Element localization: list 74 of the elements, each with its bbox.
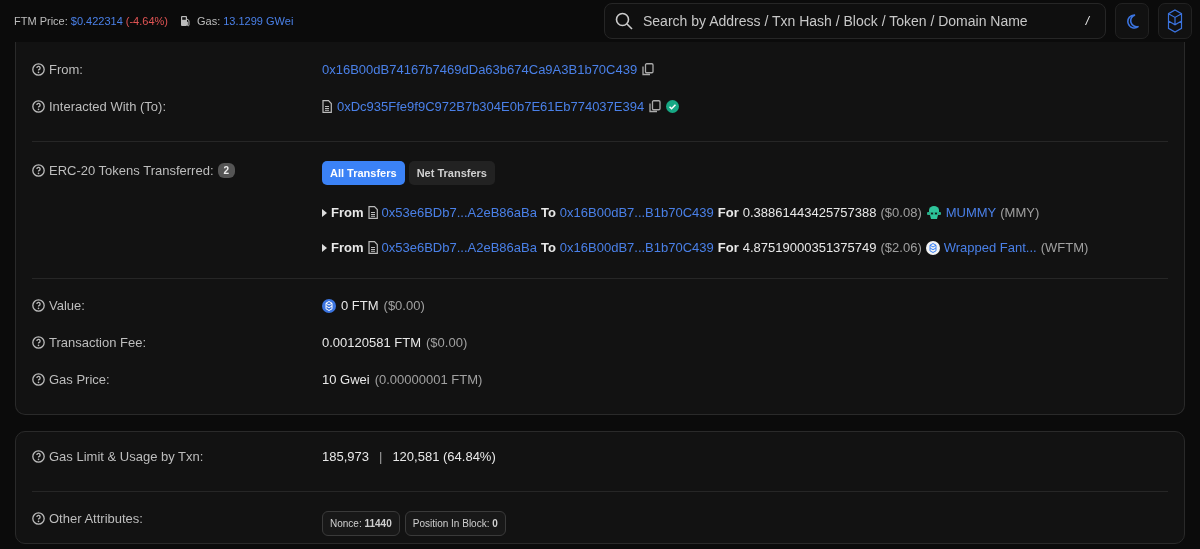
field-label: Value: [49, 298, 85, 313]
help-icon [32, 373, 45, 386]
copy-icon[interactable] [642, 63, 655, 76]
mascot-token-icon [925, 205, 942, 220]
attribute-badge: Nonce: 11440 [322, 511, 400, 536]
gas-used: 120,581 (64.84%) [392, 449, 496, 464]
help-icon [32, 450, 45, 463]
gas-price-amount: 10 Gwei [322, 372, 370, 387]
price-value: $0.422314 [70, 15, 123, 27]
moon-icon [1125, 13, 1139, 29]
token-amount: 4.87519000351375749 [742, 240, 877, 255]
field-label: Other Attributes: [49, 511, 143, 526]
gas-value: 13.1299 GWei [223, 15, 294, 27]
field-label: From: [49, 62, 83, 77]
address-link[interactable]: 0x16B00dB74167b7469dDa63b674Ca9A3B1b70C439 [322, 62, 638, 77]
price-change: (-4.64%) [125, 15, 168, 27]
help-icon [32, 336, 45, 349]
document-icon [322, 100, 332, 113]
field-label: Gas Limit & Usage by Txn: [49, 449, 204, 464]
token-link[interactable]: Wrapped Fant... [943, 240, 1037, 255]
to-text: To [540, 205, 556, 220]
network-button[interactable] [1158, 3, 1192, 39]
document-icon [367, 241, 378, 254]
gas-label: Gas: [196, 15, 221, 27]
fee-amount: 0.00120581 FTM [322, 335, 421, 350]
value-amount: 0 FTM [341, 298, 379, 313]
token-symbol: (MMY) [1000, 205, 1040, 220]
address-link[interactable]: 0x16B00dB7...B1b70C439 [559, 240, 714, 255]
usd-amount: ($0.00) [383, 298, 425, 313]
dark-mode-button[interactable] [1115, 3, 1149, 39]
for-text: For [717, 205, 739, 220]
search-input[interactable]: Search by Address / Txn Hash / Block / Token / Domain Name [641, 12, 1072, 30]
address-link[interactable]: 0x53e6BDb7...A2eB86aBa [381, 240, 537, 255]
count-badge: 2 [217, 163, 236, 178]
help-icon [32, 299, 45, 312]
transfers-tab[interactable]: Net Transfers [408, 161, 495, 185]
search-field[interactable]: Search by Address / Txn Hash / Block / Token / Domain Name / [604, 3, 1106, 39]
caret-icon[interactable] [322, 243, 327, 252]
token-symbol: (WFTM) [1040, 240, 1089, 255]
address-link[interactable]: 0xDc935Ffe9f9C972B7b304E0b7E61Eb774037E394 [337, 99, 645, 114]
for-text: For [717, 240, 739, 255]
help-icon [32, 100, 45, 113]
shortcut-key: / [1079, 12, 1095, 30]
usd-amount: ($2.06) [880, 240, 922, 255]
field-label: ERC-20 Tokens Transferred: [49, 163, 214, 178]
address-link[interactable]: 0x16B00dB7...B1b70C439 [559, 205, 714, 220]
usd-amount: ($0.00) [426, 335, 468, 350]
from-text: From [331, 240, 364, 255]
fantom-logo-icon [1167, 9, 1183, 33]
fantom-coin-icon [322, 298, 336, 313]
attribute-badge: Position In Block: 0 [404, 511, 506, 536]
from-text: From [331, 205, 364, 220]
field-label: Interacted With (To): [49, 99, 167, 114]
token-link[interactable]: MUMMY [945, 205, 997, 220]
document-icon [367, 206, 378, 219]
separator-text: | [379, 449, 383, 464]
token-amount: 0.38861443425757388 [742, 205, 877, 220]
field-label: Gas Price: [49, 372, 110, 387]
usd-amount: ($0.08) [880, 205, 922, 220]
price-label: FTM Price: [14, 15, 68, 27]
transfers-tab[interactable]: All Transfers [322, 161, 405, 185]
field-label: Transaction Fee: [49, 335, 147, 350]
search-icon [615, 12, 633, 30]
copy-icon[interactable] [649, 100, 662, 113]
to-text: To [540, 240, 556, 255]
fuel-pump-icon [179, 15, 191, 27]
gas-limit: 185,973 [322, 449, 369, 464]
caret-icon[interactable] [322, 208, 327, 217]
help-icon [32, 164, 45, 177]
gas-price-detail: (0.00000001 FTM) [374, 372, 483, 387]
help-icon [32, 512, 45, 525]
help-icon [32, 63, 45, 76]
coin-token-icon [925, 240, 940, 255]
address-link[interactable]: 0x53e6BDb7...A2eB86aBa [381, 205, 537, 220]
